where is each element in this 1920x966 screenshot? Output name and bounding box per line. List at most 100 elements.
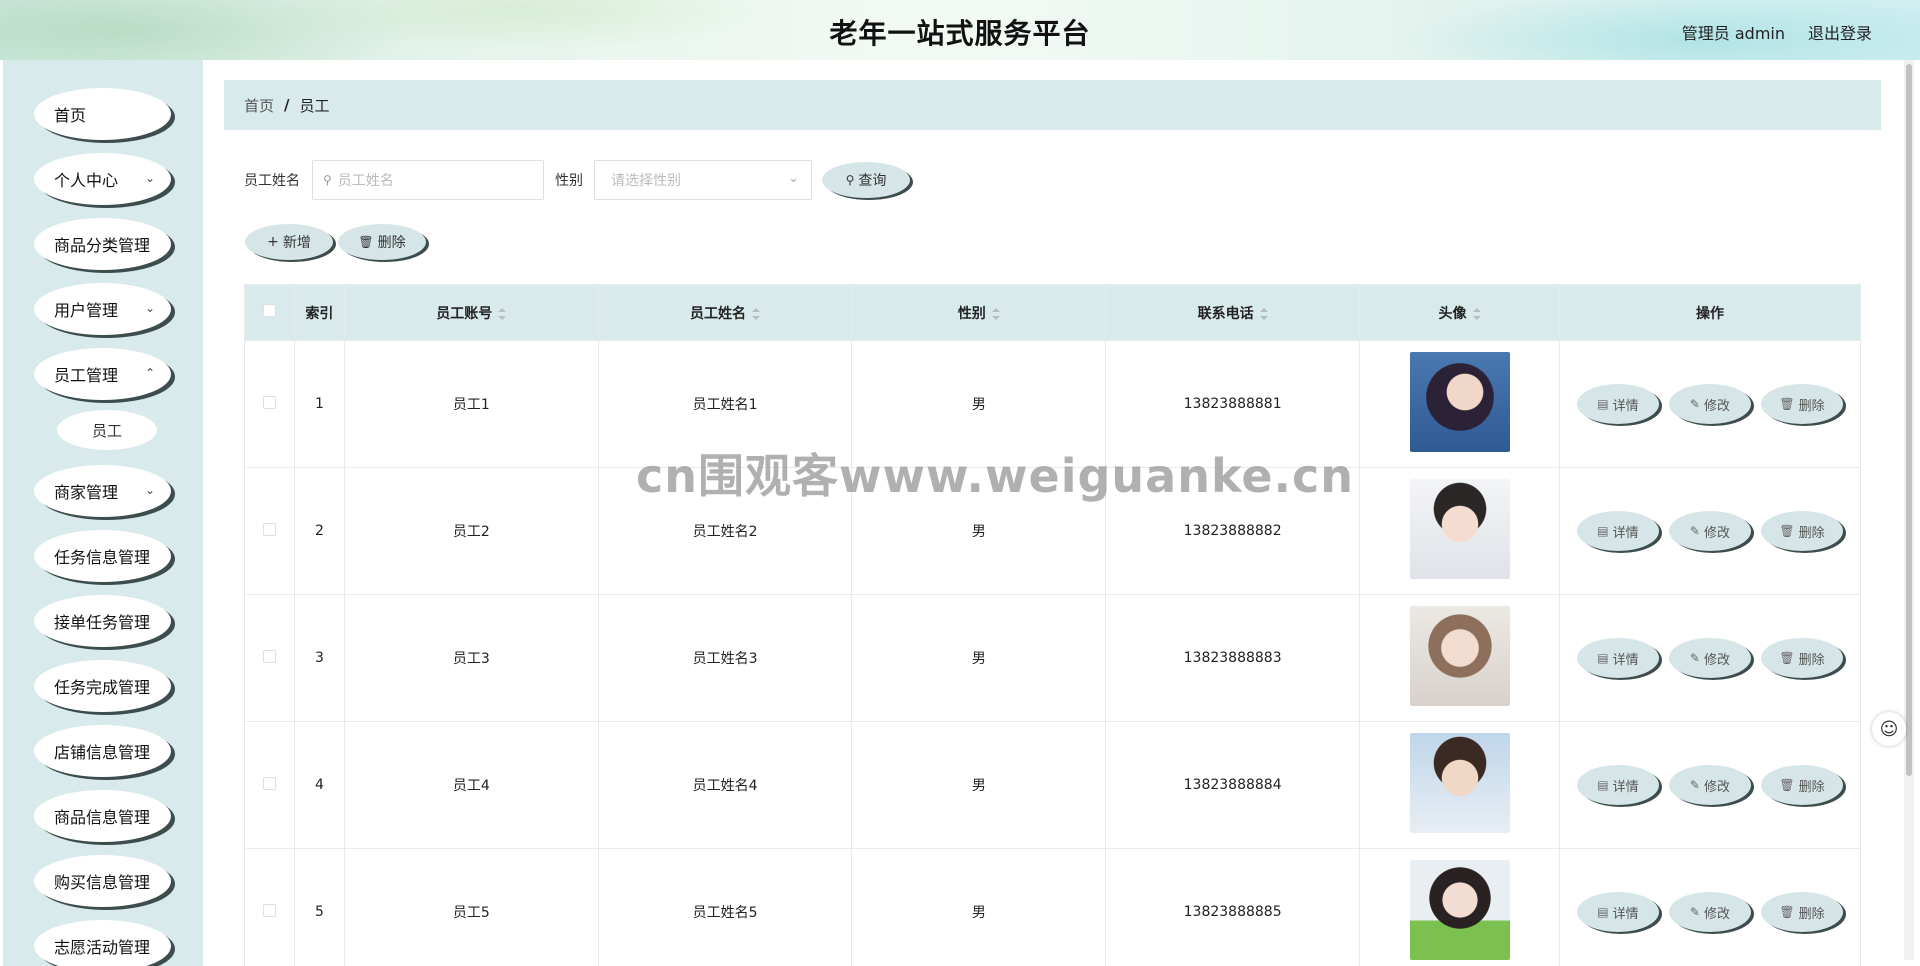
detail-button[interactable]: ▤ 详情	[1576, 511, 1659, 551]
search-icon: ⚲	[323, 173, 332, 187]
breadcrumb-home[interactable]: 首页	[244, 95, 274, 116]
detail-button[interactable]: ▤ 详情	[1576, 765, 1659, 805]
staff-name-placeholder: 员工姓名	[337, 173, 394, 189]
edit-button[interactable]: ✎ 修改	[1668, 892, 1751, 932]
edit-button[interactable]: ✎ 修改	[1668, 638, 1751, 678]
cell-actions: ▤ 详情 ✎ 修改 🗑 删除	[1558, 467, 1862, 595]
cell-phone: 13823888882	[1105, 467, 1361, 595]
document-icon: ▤	[1597, 397, 1609, 411]
query-button[interactable]: ⚲ 查询	[822, 162, 910, 198]
row-checkbox[interactable]	[262, 649, 276, 663]
row-select-cell[interactable]	[244, 340, 295, 468]
sidebar-item-personal-center[interactable]: 个人中心 ⌄	[34, 153, 171, 205]
app-title: 老年一站式服务平台	[829, 17, 1091, 50]
sort-icon[interactable]	[1472, 307, 1481, 320]
select-all-cell[interactable]	[244, 284, 295, 341]
sort-icon[interactable]	[1259, 307, 1268, 320]
detail-button[interactable]: ▤ 详情	[1576, 384, 1659, 424]
sort-icon[interactable]	[752, 307, 761, 320]
row-checkbox[interactable]	[262, 395, 276, 409]
breadcrumb-separator: /	[284, 96, 290, 114]
row-checkbox[interactable]	[262, 776, 276, 790]
edit-button[interactable]: ✎ 修改	[1668, 765, 1751, 805]
delete-button[interactable]: 🗑 删除	[1760, 765, 1843, 805]
add-button[interactable]: + 新增	[245, 224, 333, 260]
sidebar-item-task-info[interactable]: 任务信息管理	[34, 530, 171, 582]
sidebar-item-volunteer-activity[interactable]: 志愿活动管理	[34, 920, 171, 966]
col-phone[interactable]: 联系电话	[1105, 284, 1361, 341]
row-select-cell[interactable]	[244, 721, 295, 849]
sidebar-item-task-completion[interactable]: 任务完成管理	[34, 660, 171, 712]
select-all-checkbox[interactable]	[262, 304, 276, 317]
vertical-scrollbar[interactable]	[1904, 60, 1914, 960]
logout-link[interactable]: 退出登录	[1808, 20, 1872, 44]
chevron-down-icon: ⌄	[144, 171, 155, 185]
detail-button[interactable]: ▤ 详情	[1576, 892, 1659, 932]
scrollbar-thumb[interactable]	[1906, 64, 1912, 776]
pencil-icon: ✎	[1689, 651, 1700, 665]
row-select-cell[interactable]	[244, 848, 295, 966]
sidebar-item-product-category[interactable]: 商品分类管理	[34, 218, 171, 270]
sidebar-item-accepted-tasks[interactable]: 接单任务管理	[34, 595, 171, 647]
col-name[interactable]: 员工姓名	[597, 284, 853, 341]
sidebar-item-product-info[interactable]: 商品信息管理	[34, 790, 171, 842]
sidebar-item-label: 志愿活动管理	[54, 938, 151, 957]
row-select-cell[interactable]	[244, 467, 295, 595]
cell-phone: 13823888885	[1105, 848, 1361, 966]
delete-button[interactable]: 🗑 删除	[1760, 638, 1843, 678]
document-icon: ▤	[1597, 651, 1609, 665]
row-checkbox[interactable]	[262, 522, 276, 536]
sort-icon[interactable]	[498, 307, 507, 320]
batch-delete-button[interactable]: 🗑 删除	[338, 224, 426, 260]
sort-icon[interactable]	[991, 307, 1000, 320]
sidebar-item-merchants[interactable]: 商家管理 ⌄	[34, 465, 171, 517]
gender-placeholder: 请选择性别	[611, 173, 681, 189]
col-account[interactable]: 员工账号	[343, 284, 599, 341]
document-icon: ▤	[1597, 905, 1609, 919]
col-actions: 操作	[1558, 284, 1862, 341]
cell-actions: ▤ 详情 ✎ 修改 🗑 删除	[1558, 848, 1862, 966]
avatar	[1409, 479, 1510, 579]
cell-avatar	[1359, 848, 1560, 966]
staff-name-input[interactable]: ⚲ 员工姓名	[312, 160, 544, 200]
avatar	[1409, 606, 1510, 706]
row-checkbox[interactable]	[262, 903, 276, 917]
edit-button[interactable]: ✎ 修改	[1668, 511, 1751, 551]
delete-button[interactable]: 🗑 删除	[1760, 511, 1843, 551]
sidebar-item-label: 用户管理	[54, 301, 119, 320]
cell-avatar	[1359, 594, 1560, 722]
sidebar-subitem-label: 员工	[91, 421, 122, 440]
sidebar-item-purchase-info[interactable]: 购买信息管理	[34, 855, 171, 907]
cell-account: 员工2	[343, 467, 599, 595]
cell-actions: ▤ 详情 ✎ 修改 🗑 删除	[1558, 594, 1862, 722]
row-select-cell[interactable]	[244, 594, 295, 722]
cell-index: 3	[293, 594, 345, 722]
cell-gender: 男	[851, 594, 1107, 722]
trash-icon: 🗑	[1779, 397, 1795, 411]
delete-label: 删除	[377, 235, 406, 251]
cell-avatar	[1359, 467, 1560, 595]
sidebar: 首页 个人中心 ⌄ 商品分类管理 用户管理 ⌄ 员工管理 ⌃ 员工 商家管理 ⌄…	[3, 60, 203, 966]
cell-name: 员工姓名2	[597, 467, 853, 595]
sidebar-item-store-info[interactable]: 店铺信息管理	[34, 725, 171, 777]
delete-button[interactable]: 🗑 删除	[1760, 384, 1843, 424]
col-avatar[interactable]: 头像	[1359, 284, 1560, 341]
col-gender[interactable]: 性别	[851, 284, 1107, 341]
edit-button[interactable]: ✎ 修改	[1668, 384, 1751, 424]
table-row: 3 员工3 员工姓名3 男 13823888883 ▤ 详情 ✎ 修改 🗑 删除	[244, 594, 1862, 722]
sidebar-item-home[interactable]: 首页	[34, 88, 171, 140]
staff-name-label: 员工姓名	[244, 173, 300, 189]
document-icon: ▤	[1597, 778, 1609, 792]
table-header-row: 索引 员工账号 员工姓名 性别 联系电话 头像 操作	[244, 284, 1862, 341]
gender-select[interactable]: 请选择性别 ⌄	[594, 160, 812, 200]
sidebar-subitem-staff[interactable]: 员工	[57, 410, 157, 450]
detail-button[interactable]: ▤ 详情	[1576, 638, 1659, 678]
col-index: 索引	[293, 284, 345, 341]
pencil-icon: ✎	[1689, 397, 1700, 411]
delete-button[interactable]: 🗑 删除	[1760, 892, 1843, 932]
assistant-avatar-icon[interactable]: ☺	[1872, 712, 1906, 746]
cell-phone: 13823888881	[1105, 340, 1361, 468]
avatar	[1409, 860, 1510, 960]
sidebar-item-staff[interactable]: 员工管理 ⌃	[34, 348, 171, 400]
sidebar-item-users[interactable]: 用户管理 ⌄	[34, 283, 171, 335]
